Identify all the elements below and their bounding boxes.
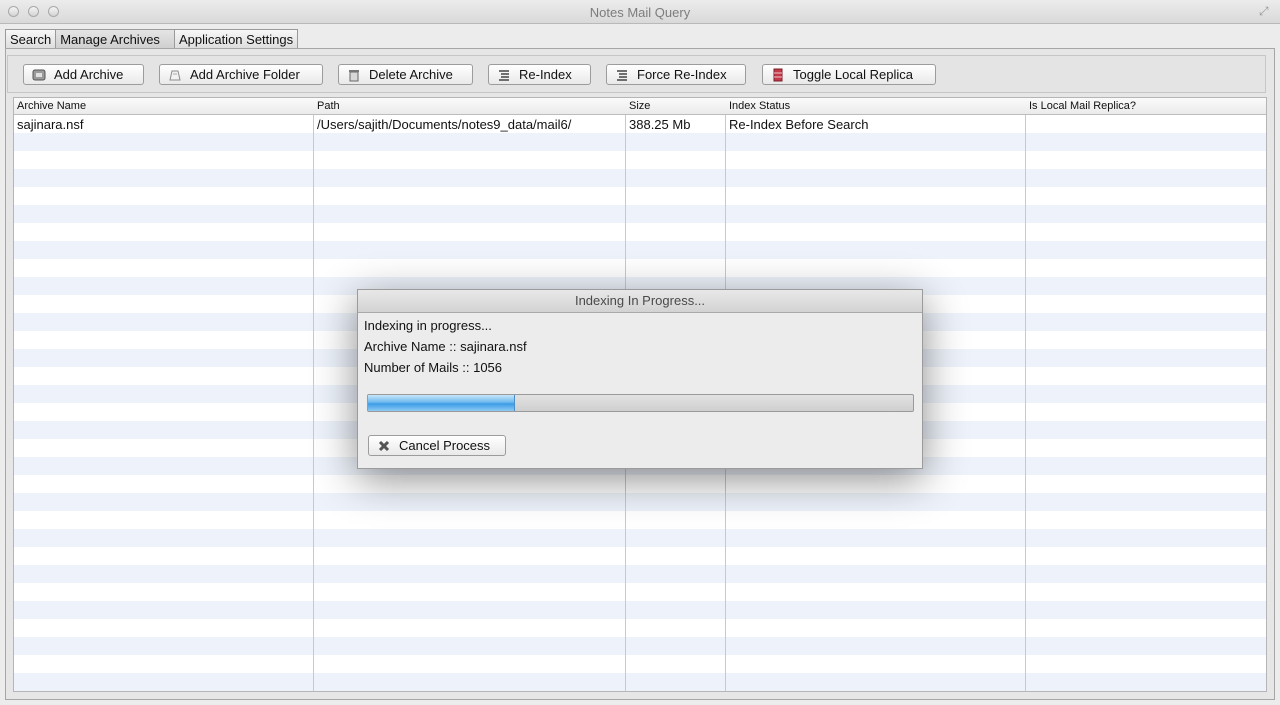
cell-size: 388.25 Mb: [629, 117, 691, 132]
index-list-icon: [497, 68, 511, 82]
cancel-x-icon: [377, 439, 391, 453]
dialog-title: Indexing In Progress...: [358, 290, 922, 313]
table-header: Archive Name Path Size Index Status Is L…: [14, 98, 1266, 115]
delete-archive-button[interactable]: Delete Archive: [338, 64, 473, 85]
cancel-process-button[interactable]: Cancel Process: [368, 435, 506, 456]
title-bar: Notes Mail Query ⤢: [0, 0, 1280, 24]
delete-archive-label: Delete Archive: [369, 67, 453, 82]
toggle-local-replica-button[interactable]: Toggle Local Replica: [762, 64, 936, 85]
tab-manage-archives[interactable]: Manage Archives: [55, 29, 175, 48]
tab-search[interactable]: Search: [5, 29, 57, 48]
add-archive-label: Add Archive: [54, 67, 124, 82]
archive-disk-icon: [32, 68, 46, 82]
re-index-button[interactable]: Re-Index: [488, 64, 591, 85]
cancel-process-label: Cancel Process: [399, 438, 491, 453]
fullscreen-icon[interactable]: ⤢: [1259, 5, 1272, 18]
re-index-label: Re-Index: [519, 67, 572, 82]
progress-message: Indexing in progress...: [364, 318, 492, 333]
toggle-local-replica-label: Toggle Local Replica: [793, 67, 913, 82]
window-title: Notes Mail Query: [589, 5, 691, 20]
column-header-size[interactable]: Size: [626, 98, 650, 114]
database-icon: [771, 68, 785, 82]
force-re-index-label: Force Re-Index: [637, 67, 727, 82]
progress-fill: [368, 395, 516, 411]
mail-count-text: Number of Mails :: 1056: [364, 360, 503, 375]
index-list-icon: [615, 68, 629, 82]
folder-icon: [168, 68, 182, 82]
tab-application-settings[interactable]: Application Settings: [173, 29, 299, 48]
add-archive-button[interactable]: Add Archive: [23, 64, 144, 85]
force-re-index-button[interactable]: Force Re-Index: [606, 64, 746, 85]
cell-index-status: Re-Index Before Search: [729, 117, 869, 132]
column-header-archive-name[interactable]: Archive Name: [14, 98, 86, 114]
column-header-path[interactable]: Path: [314, 98, 340, 114]
indexing-dialog: Indexing In Progress... Indexing in prog…: [357, 289, 923, 469]
cell-archive-name: sajinara.nsf: [17, 117, 84, 132]
cell-path: /Users/sajith/Documents/notes9_data/mail…: [317, 117, 572, 132]
column-header-local-replica[interactable]: Is Local Mail Replica?: [1026, 98, 1136, 114]
trash-icon: [347, 68, 361, 82]
column-header-index-status[interactable]: Index Status: [726, 98, 790, 114]
archive-name-text: Archive Name :: sajinara.nsf: [364, 339, 527, 354]
tab-bar: Search Manage Archives Application Setti…: [5, 29, 299, 49]
add-archive-folder-label: Add Archive Folder: [190, 67, 300, 82]
indexing-progress-bar: [367, 394, 914, 412]
add-archive-folder-button[interactable]: Add Archive Folder: [159, 64, 323, 85]
cell-local-replica: [1026, 117, 1029, 133]
